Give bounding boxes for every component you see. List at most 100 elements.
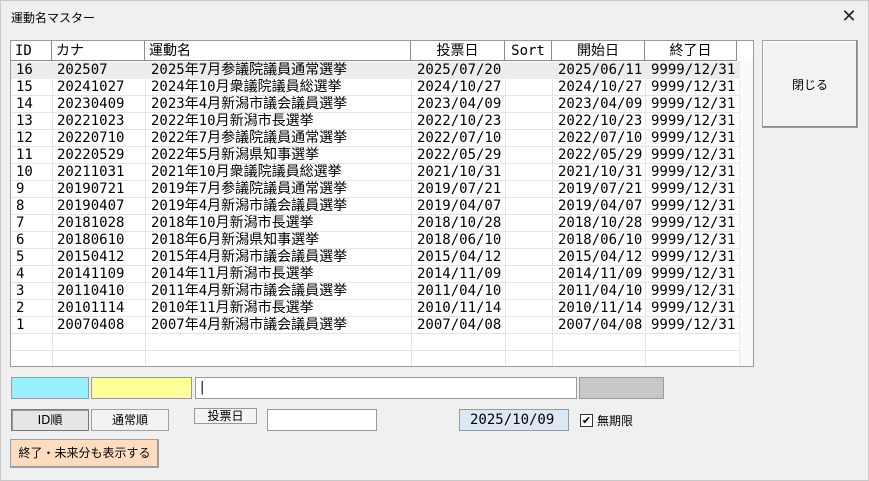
cyan-field[interactable] bbox=[11, 377, 89, 399]
close-icon[interactable]: ✕ bbox=[838, 6, 860, 28]
cell-end-date: 9999/12/31 bbox=[651, 317, 736, 333]
cell-sort bbox=[507, 62, 552, 79]
table-row[interactable]: 16 202507 2025年7月参議院議員通常選挙 2025/07/20 2025/0… bbox=[11, 62, 751, 79]
cell-end-date: 9999/12/31 bbox=[651, 300, 736, 316]
cell-id: 7 bbox=[16, 215, 25, 231]
cell-id: 9 bbox=[16, 181, 25, 197]
header-col-vote-date[interactable]: 投票日 bbox=[411, 41, 505, 61]
cell-vote-date: 2019/07/21 bbox=[417, 181, 502, 197]
cell-name: 2022年7月参議院議員通常選挙 bbox=[151, 130, 348, 146]
table-row[interactable]: 8 20190407 2019年4月新潟市議会議員選挙 2019/04/07 2019/… bbox=[11, 198, 751, 215]
cell-sort bbox=[507, 249, 552, 266]
cell-vote-date: 2021/10/31 bbox=[417, 164, 502, 180]
cell-start-date: 2018/06/10 bbox=[558, 232, 643, 248]
show-all-button[interactable]: 終了・未来分も表示する bbox=[10, 439, 159, 468]
vote-date-input[interactable] bbox=[267, 409, 377, 431]
cell-name: 2011年4月新潟市議会議員選挙 bbox=[151, 283, 348, 299]
cell-sort bbox=[507, 283, 552, 300]
table-row[interactable]: 5 20150412 2015年4月新潟市議会議員選挙 2015/04/12 2015/… bbox=[11, 249, 751, 266]
cell-end-date: 9999/12/31 bbox=[651, 232, 736, 248]
cell-name: 2022年10月新潟市長選挙 bbox=[151, 113, 314, 129]
table-row[interactable]: 15 20241027 2024年10月衆議院議員総選挙 2024/10/27 2024… bbox=[11, 79, 751, 96]
cell-name: 2015年4月新潟市議会議員選挙 bbox=[151, 249, 348, 265]
cell-start-date: 2018/10/28 bbox=[558, 215, 643, 231]
cell-vote-date: 2007/04/08 bbox=[417, 317, 502, 333]
cell-start-date: 2022/05/29 bbox=[558, 147, 643, 163]
cell-id: 15 bbox=[16, 79, 33, 95]
cell-sort bbox=[507, 113, 552, 130]
table-row[interactable]: 12 20220710 2022年7月参議院議員通常選挙 2022/07/10 2022… bbox=[11, 130, 751, 147]
cell-vote-date: 2018/10/28 bbox=[417, 215, 502, 231]
cell-name: 2024年10月衆議院議員総選挙 bbox=[151, 79, 342, 95]
cell-start-date: 2025/06/11 bbox=[558, 62, 643, 78]
table-row[interactable]: 7 20181028 2018年10月新潟市長選挙 2018/10/28 2018/10… bbox=[11, 215, 751, 232]
sort-normal-button[interactable]: 通常順 bbox=[91, 409, 169, 431]
cell-name: 2010年11月新潟市長選挙 bbox=[151, 300, 314, 316]
cell-end-date: 9999/12/31 bbox=[651, 96, 736, 112]
table-row[interactable]: 14 20230409 2023年4月新潟市議会議員選挙 2023/04/09 2023… bbox=[11, 96, 751, 113]
cell-vote-date: 2015/04/12 bbox=[417, 249, 502, 265]
election-list[interactable]: ID カナ 運動名 投票日 Sort 開始日 終了日 16 202507 2025年7月参議院議… bbox=[10, 40, 754, 367]
table-row[interactable]: 11 20220529 2022年5月新潟県知事選挙 2022/05/29 2022/0… bbox=[11, 147, 751, 164]
table-row[interactable]: 9 20190721 2019年7月参議院議員通常選挙 2019/07/21 2019/… bbox=[11, 181, 751, 198]
cell-sort bbox=[507, 198, 552, 215]
cell-vote-date: 2019/04/07 bbox=[417, 198, 502, 214]
cell-id: 3 bbox=[16, 283, 25, 299]
cell-start-date: 2019/07/21 bbox=[558, 181, 643, 197]
cell-id: 1 bbox=[16, 317, 25, 333]
cell-kana: 20101114 bbox=[57, 300, 125, 316]
header-col-name[interactable]: 運動名 bbox=[145, 41, 411, 61]
cell-end-date: 9999/12/31 bbox=[651, 164, 736, 180]
text-input[interactable]: | bbox=[195, 377, 577, 399]
header-col-end-date[interactable]: 終了日 bbox=[645, 41, 737, 61]
table-row[interactable]: 1 20070408 2007年4月新潟市議会議員選挙 2007/04/08 2007/… bbox=[11, 317, 751, 334]
close-button[interactable]: 閉じる bbox=[762, 40, 858, 128]
unlimited-label: 無期限 bbox=[597, 414, 634, 428]
cell-end-date: 9999/12/31 bbox=[651, 62, 736, 78]
table-row[interactable]: 3 20110410 2011年4月新潟市議会議員選挙 2011/04/10 2011/… bbox=[11, 283, 751, 300]
unlimited-checkbox[interactable]: ✔ bbox=[580, 414, 593, 427]
date-field[interactable]: 2025/10/09 bbox=[459, 409, 569, 431]
cell-start-date: 2015/04/12 bbox=[558, 249, 643, 265]
cell-kana: 20180610 bbox=[57, 232, 125, 248]
yellow-field[interactable] bbox=[91, 377, 192, 399]
cell-sort bbox=[507, 79, 552, 96]
header-col-kana[interactable]: カナ bbox=[52, 41, 145, 61]
header-col-id[interactable]: ID bbox=[11, 41, 52, 61]
cell-id: 13 bbox=[16, 113, 33, 129]
master-window: 運動名マスター ✕ ID カナ 運動名 投票日 Sort 開始日 終了日 16 202507 2… bbox=[0, 0, 869, 481]
cell-kana: 20110410 bbox=[57, 283, 125, 299]
cell-kana: 20241027 bbox=[57, 79, 125, 95]
cell-end-date: 9999/12/31 bbox=[651, 198, 736, 214]
cell-kana: 20211031 bbox=[57, 164, 125, 180]
cell-kana: 20230409 bbox=[57, 96, 125, 112]
cell-name: 2021年10月衆議院議員総選挙 bbox=[151, 164, 342, 180]
cell-kana: 20181028 bbox=[57, 215, 125, 231]
cell-name: 2019年4月新潟市議会議員選挙 bbox=[151, 198, 348, 214]
cell-end-date: 9999/12/31 bbox=[651, 130, 736, 146]
gray-field bbox=[579, 377, 664, 399]
cell-sort bbox=[507, 130, 552, 147]
cell-kana: 20070408 bbox=[57, 317, 125, 333]
table-row[interactable]: 13 20221023 2022年10月新潟市長選挙 2022/10/23 2022/1… bbox=[11, 113, 751, 130]
table-row[interactable]: 4 20141109 2014年11月新潟市長選挙 2014/11/09 2014/11… bbox=[11, 266, 751, 283]
table-row[interactable]: 2 20101114 2010年11月新潟市長選挙 2010/11/14 2010/11… bbox=[11, 300, 751, 317]
cell-name: 2019年7月参議院議員通常選挙 bbox=[151, 181, 348, 197]
window-title: 運動名マスター bbox=[11, 11, 96, 25]
cell-id: 12 bbox=[16, 130, 33, 146]
sort-id-button[interactable]: ID順 bbox=[11, 409, 89, 431]
cell-kana: 20150412 bbox=[57, 249, 125, 265]
cell-start-date: 2023/04/09 bbox=[558, 96, 643, 112]
grid-line bbox=[11, 350, 751, 351]
cell-end-date: 9999/12/31 bbox=[651, 215, 736, 231]
cell-end-date: 9999/12/31 bbox=[651, 181, 736, 197]
cell-sort bbox=[507, 215, 552, 232]
cell-vote-date: 2025/07/20 bbox=[417, 62, 502, 78]
header-col-sort[interactable]: Sort bbox=[505, 41, 552, 61]
header-col-start-date[interactable]: 開始日 bbox=[552, 41, 645, 61]
cell-sort bbox=[507, 147, 552, 164]
table-row[interactable]: 10 20211031 2021年10月衆議院議員総選挙 2021/10/31 2021… bbox=[11, 164, 751, 181]
table-row[interactable]: 6 20180610 2018年6月新潟県知事選挙 2018/06/10 2018/06… bbox=[11, 232, 751, 249]
cell-sort bbox=[507, 300, 552, 317]
vertical-scrollbar[interactable] bbox=[739, 61, 753, 366]
